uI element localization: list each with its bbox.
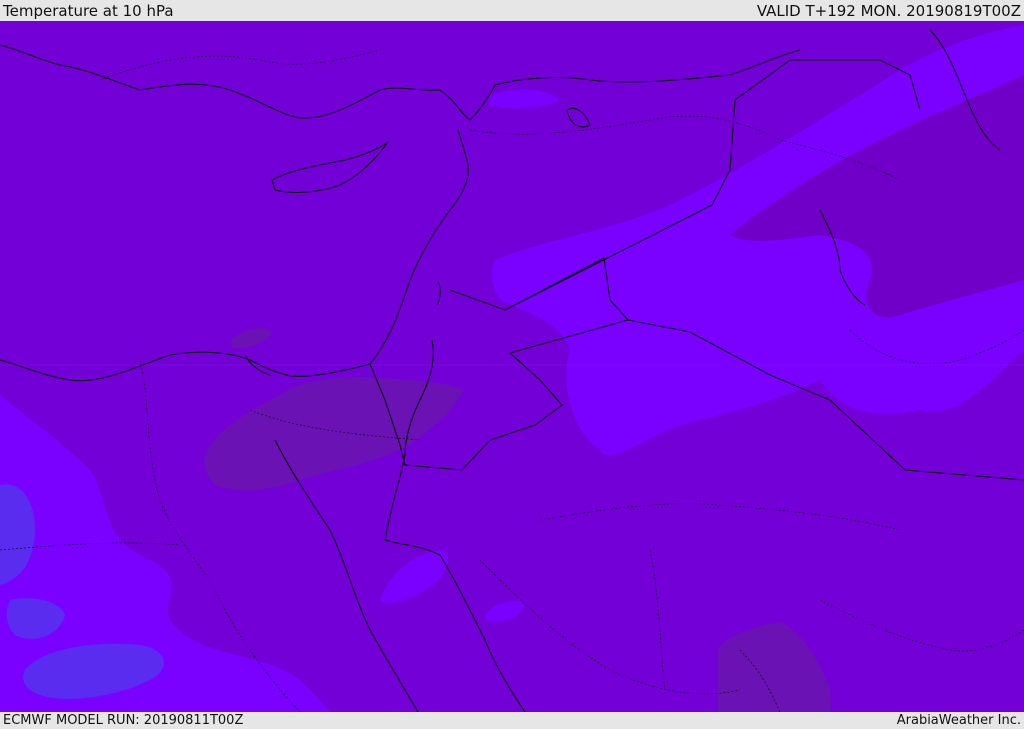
map-canvas xyxy=(0,21,1024,712)
credit: ArabiaWeather Inc. xyxy=(896,713,1021,728)
model-run: ECMWF MODEL RUN: 20190811T00Z xyxy=(3,713,244,728)
map-title: Temperature at 10 hPa xyxy=(3,1,174,20)
temperature-map[interactable] xyxy=(0,21,1024,712)
map-header: Temperature at 10 hPa VALID T+192 MON. 2… xyxy=(0,0,1024,21)
valid-time: VALID T+192 MON. 20190819T00Z xyxy=(756,1,1021,20)
map-footer: ECMWF MODEL RUN: 20190811T00Z ArabiaWeat… xyxy=(0,712,1024,729)
